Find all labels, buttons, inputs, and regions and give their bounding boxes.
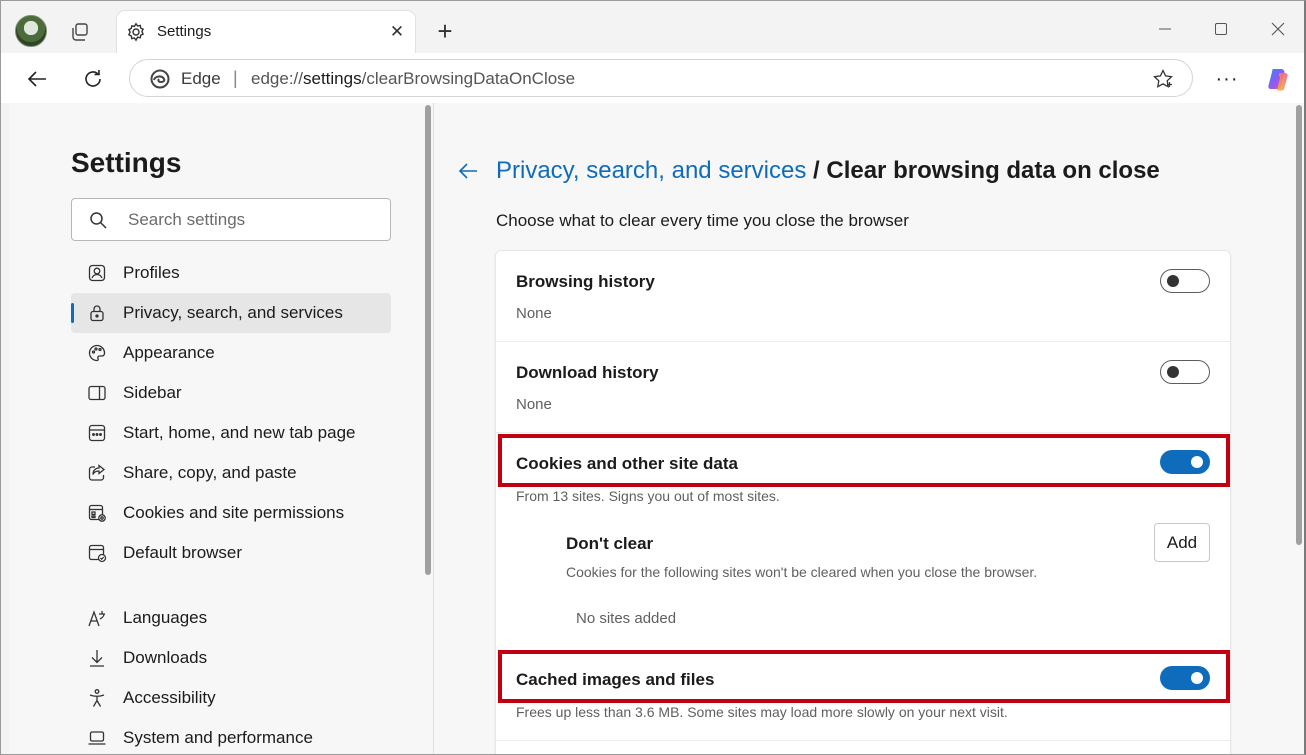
sidebar-icon [87,383,107,403]
settings-sidebar: Settings Profiles Privacy, search, and s… [9,103,433,754]
dont-clear-description: Cookies for the following sites won't be… [566,564,1038,580]
browsing-history-status: None [516,305,552,322]
download-history-toggle[interactable] [1160,360,1210,384]
sidebar-item-label: Languages [123,608,208,627]
cookies-icon [87,503,107,523]
browser-window: Settings ✕ + Edge | edge://settings/clea… [0,0,1306,755]
cached-images-toggle[interactable] [1160,666,1210,690]
laptop-icon [87,728,107,748]
breadcrumb-current: Clear browsing data on close [826,157,1160,184]
toolbar: Edge | edge://settings/clearBrowsingData… [1,53,1304,103]
sidebar-item-label: Cookies and site permissions [123,503,345,522]
cached-images-title: Cached images and files [516,670,715,689]
back-arrow-icon[interactable] [456,159,480,183]
cookies-toggle[interactable] [1160,450,1210,474]
profile-icon [87,263,107,283]
url-text[interactable]: edge://settings/clearBrowsingDataOnClose [251,69,575,89]
sidebar-item-appearance[interactable]: Appearance [71,333,391,373]
sidebar-item-label: Start, home, and new tab page [123,423,356,442]
search-input[interactable] [128,209,378,231]
edge-logo-icon [150,69,170,89]
favorite-star-icon[interactable] [1152,68,1174,90]
sidebar-item-label: System and performance [123,728,313,747]
tab-strip: Settings ✕ + [1,1,1304,57]
page-subtitle: Choose what to clear every time you clos… [496,211,909,230]
sidebar-item-label: Privacy, search, and services [123,303,343,322]
sidebar-item-label: Accessibility [123,688,216,707]
languages-icon [87,608,107,628]
cookies-description: From 13 sites. Signs you out of most sit… [516,488,780,504]
browsing-history-toggle[interactable] [1160,269,1210,293]
settings-nav: Profiles Privacy, search, and services A… [71,253,391,754]
share-icon [87,463,107,483]
sidebar-item-label: Downloads [123,648,208,667]
sidebar-item-profiles[interactable]: Profiles [71,253,391,293]
close-tab-icon[interactable]: ✕ [387,22,407,42]
tab-title: Settings [157,23,212,40]
no-sites-note: No sites added [576,610,677,627]
clear-data-card: Browsing history None Download history N… [495,250,1231,754]
dont-clear-title: Don't clear [566,534,654,553]
minimize-button[interactable] [1151,15,1179,43]
sidebar-item-label: Default browser [123,543,243,562]
refresh-button[interactable] [77,63,109,95]
palette-icon [87,343,107,363]
sidebar-item-share-copy[interactable]: Share, copy, and paste [71,453,391,493]
sidebar-scrollbar[interactable] [423,103,433,754]
tab-actions-icon[interactable] [67,19,93,45]
browser-icon [87,543,107,563]
settings-main: Privacy, search, and services / Clear br… [434,103,1304,754]
breadcrumb-link[interactable]: Privacy, search, and services [496,157,806,184]
sidebar-item-default-browser[interactable]: Default browser [71,533,391,573]
add-site-button[interactable]: Add [1154,523,1210,562]
download-icon [87,648,107,668]
sidebar-item-label: Profiles [123,263,180,282]
settings-content: Settings Profiles Privacy, search, and s… [9,103,1304,754]
sidebar-item-languages[interactable]: Languages [71,598,391,638]
sidebar-item-label: Appearance [123,343,215,362]
new-tab-button[interactable]: + [431,16,459,46]
settings-title: Settings [71,147,182,178]
sidebar-item-privacy[interactable]: Privacy, search, and services [71,293,391,333]
sidebar-item-start-home[interactable]: Start, home, and new tab page [71,413,391,453]
row-divider [496,432,1230,433]
row-divider [496,740,1230,741]
sidebar-item-label: Sidebar [123,383,182,402]
cached-images-description: Frees up less than 3.6 MB. Some sites ma… [516,704,1008,720]
breadcrumb-separator: / [806,157,827,184]
close-window-button[interactable] [1264,15,1292,43]
copilot-icon[interactable] [1263,63,1295,95]
search-settings-field[interactable] [71,198,391,241]
gear-icon [126,22,146,42]
main-scrollbar[interactable] [1293,103,1304,754]
download-history-status: None [516,396,552,413]
cookies-title: Cookies and other site data [516,454,738,473]
sidebar-item-accessibility[interactable]: Accessibility [71,678,391,718]
download-history-title: Download history [516,363,659,382]
sidebar-item-sidebar[interactable]: Sidebar [71,373,391,413]
browsing-history-title: Browsing history [516,272,655,291]
search-icon [89,211,107,229]
maximize-button[interactable] [1207,15,1235,43]
page-title: Privacy, search, and services / Clear br… [496,157,1160,185]
site-label: Edge [181,69,221,88]
sidebar-item-cookies[interactable]: Cookies and site permissions [71,493,391,533]
back-button[interactable] [21,63,53,95]
accessibility-icon [87,688,107,708]
lock-icon [87,303,107,323]
sidebar-item-downloads[interactable]: Downloads [71,638,391,678]
home-grid-icon [87,423,107,443]
profile-avatar[interactable] [15,15,47,47]
address-separator: | [233,68,238,88]
sidebar-item-label: Share, copy, and paste [123,463,297,482]
sidebar-item-system-performance[interactable]: System and performance [71,718,391,754]
address-bar[interactable]: Edge | edge://settings/clearBrowsingData… [129,59,1193,97]
row-divider [496,341,1230,342]
more-options-button[interactable]: ··· [1211,63,1243,95]
tab-settings[interactable]: Settings ✕ [117,11,415,53]
